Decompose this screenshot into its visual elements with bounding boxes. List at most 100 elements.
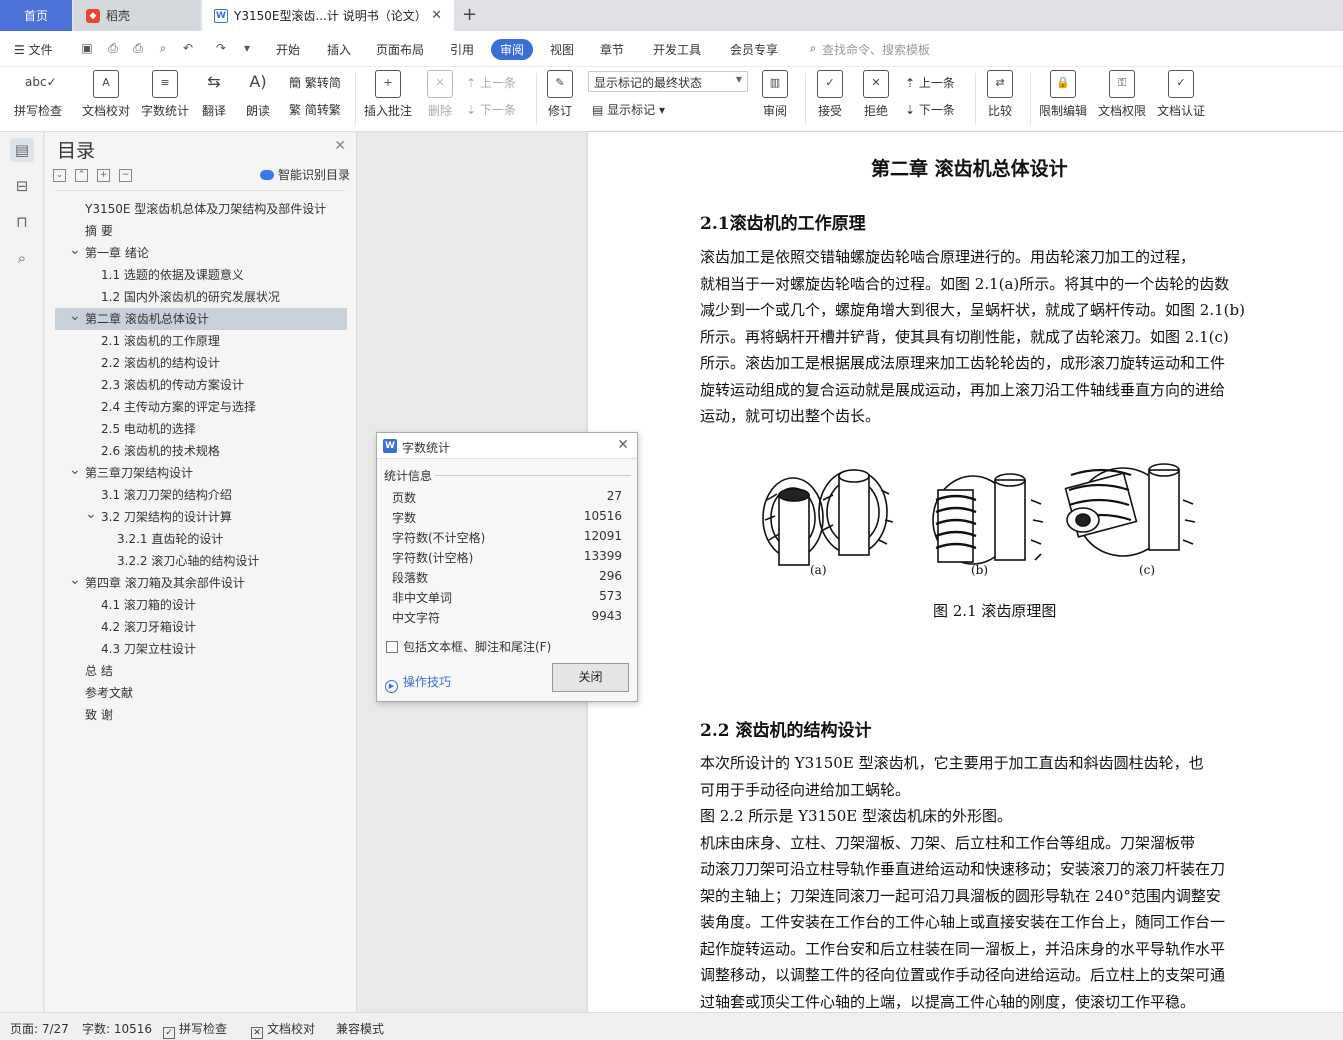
close-icon[interactable]: ✕ xyxy=(617,437,629,453)
trad-to-simp-button[interactable]: 簡 繁转简 xyxy=(289,74,341,91)
command-search-input[interactable]: 查找命令、搜索模板 xyxy=(822,41,930,58)
toc-item[interactable]: 2.1 滚齿机的工作原理 xyxy=(55,330,345,352)
toc-item[interactable]: Y3150E 型滚齿机总体及刀架结构及部件设计 xyxy=(55,198,345,220)
spellcheck-button[interactable]: abc✓ 拼写检查 xyxy=(8,70,68,119)
next-change-button[interactable]: ⇣ 下一条 xyxy=(905,101,955,118)
menu-page-layout[interactable]: 页面布局 xyxy=(376,41,424,58)
undo-icon[interactable]: ↶ xyxy=(181,41,195,55)
spellcheck-toggle[interactable]: ✓ 拼写检查 xyxy=(163,1020,227,1039)
redo-icon[interactable]: ↷ xyxy=(214,41,228,55)
chevron-down-icon[interactable]: ⌄ xyxy=(69,305,81,327)
proofread-button[interactable]: A 文档校对 xyxy=(76,70,136,119)
chevron-down-icon[interactable]: ⌄ xyxy=(69,239,81,261)
menu-start[interactable]: 开始 xyxy=(276,41,300,58)
delete-comment-button[interactable]: ✕ 删除 xyxy=(410,70,470,119)
menu-view[interactable]: 视图 xyxy=(550,41,574,58)
toc-item[interactable]: 摘 要 xyxy=(55,220,345,242)
collapse-up-icon[interactable]: ⌃ xyxy=(75,169,88,182)
reject-button[interactable]: ✕ 拒绝 xyxy=(846,70,906,119)
menu-developer[interactable]: 开发工具 xyxy=(653,41,701,58)
toc-item[interactable]: 4.3 刀架立柱设计 xyxy=(55,638,345,660)
document-page[interactable]: 第二章 滚齿机总体设计 2.1滚齿机的工作原理 滚齿加工是依照交错轴螺旋齿轮啮合… xyxy=(588,132,1343,1012)
toc-item[interactable]: 2.3 滚齿机的传动方案设计 xyxy=(55,374,345,396)
menu-references[interactable]: 引用 xyxy=(450,41,474,58)
toc-panel-icon[interactable]: ▤ xyxy=(10,138,34,162)
markup-mode-select[interactable]: 显示标记的最终状态 ▼ xyxy=(588,71,748,92)
close-tab-icon[interactable]: ✕ xyxy=(431,8,442,23)
toc-item[interactable]: 总 结 xyxy=(55,660,345,682)
insert-comment-button[interactable]: + 插入批注 xyxy=(358,70,418,119)
show-markup-icon: ▤ xyxy=(592,103,604,117)
collapse-all-icon[interactable]: − xyxy=(119,169,132,182)
menu-chapter[interactable]: 章节 xyxy=(600,41,624,58)
export-pdf-icon[interactable]: ⎙ xyxy=(106,41,120,55)
expand-down-icon[interactable]: ⌄ xyxy=(53,169,66,182)
print-icon[interactable]: ⎙ xyxy=(131,41,145,55)
save-icon[interactable]: ▣ xyxy=(80,41,94,55)
toc-item[interactable]: 1.2 国内外滚齿机的研究发展状况 xyxy=(55,286,345,308)
tab-home[interactable]: 首页 xyxy=(0,0,72,31)
toc-item[interactable]: 4.1 滚刀箱的设计 xyxy=(55,594,345,616)
toc-item[interactable]: 3.2.2 滚刀心轴的结构设计 xyxy=(55,550,345,572)
text-line: 图 2.2 所示是 Y3150E 型滚齿机床的外形图。 xyxy=(700,807,1012,825)
expand-all-icon[interactable]: + xyxy=(97,169,110,182)
simp-to-trad-button[interactable]: 繁 简转繁 xyxy=(289,101,341,118)
restrict-edit-button[interactable]: 🔒 限制编辑 xyxy=(1033,70,1093,119)
page-indicator[interactable]: 页面: 7/27 xyxy=(10,1020,69,1037)
tab-document[interactable]: W Y3150E型滚齿...计 说明书（论文） ✕ xyxy=(202,0,454,31)
smart-toc-button[interactable]: 智能识别目录 xyxy=(259,166,350,183)
navigation-icon[interactable]: ⊟ xyxy=(10,174,34,198)
toc-item[interactable]: 参考文献 xyxy=(55,682,345,704)
chevron-down-icon[interactable]: ⌄ xyxy=(85,503,97,525)
dialog-title-bar[interactable]: W 字数统计 ✕ xyxy=(377,433,637,459)
toc-item[interactable]: 4.2 滚刀牙箱设计 xyxy=(55,616,345,638)
word-count-indicator[interactable]: 字数: 10516 xyxy=(82,1020,152,1037)
toc-item[interactable]: 3.1 滚刀刀架的结构介绍 xyxy=(55,484,345,506)
toc-item[interactable]: 致 谢 xyxy=(55,704,345,726)
tab-daoke[interactable]: ◆ 稻壳 xyxy=(74,0,200,31)
prev-comment-button[interactable]: ⇡ 上一条 xyxy=(466,74,516,91)
review-pane-button[interactable]: ▥ 审阅 xyxy=(745,70,805,119)
proofread-status-icon: ✕ xyxy=(251,1027,263,1039)
show-markup-button[interactable]: ▤ 显示标记 ▾ xyxy=(592,101,665,118)
track-changes-button[interactable]: ✎ 修订 xyxy=(530,70,590,119)
next-change-label: 下一条 xyxy=(918,103,955,117)
include-notes-checkbox[interactable]: 包括文本框、脚注和尾注(F) xyxy=(386,638,551,655)
text-line: 装角度。工件安装在工作台的工件心轴上或直接安装在工作台上，随同工作台一 xyxy=(700,913,1226,931)
tips-link[interactable]: ▶ 操作技巧 xyxy=(385,673,451,693)
next-comment-button[interactable]: ⇣ 下一条 xyxy=(466,101,516,118)
prev-change-button[interactable]: ⇡ 上一条 xyxy=(905,74,955,91)
toc-item[interactable]: ⌄ 第一章 绪论 xyxy=(55,242,345,264)
toc-item[interactable]: 1.1 选题的依据及课题意义 xyxy=(55,264,345,286)
section-2-2-title: 2.2 滚齿机的结构设计 xyxy=(700,721,872,741)
close-icon[interactable]: ✕ xyxy=(334,138,346,154)
next-comment-icon: ⇣ xyxy=(466,103,477,117)
toc-item[interactable]: ⌄ 第二章 滚齿机总体设计 xyxy=(55,308,347,330)
compare-button[interactable]: ⇄ 比较 xyxy=(970,70,1030,119)
menu-insert[interactable]: 插入 xyxy=(327,41,351,58)
menu-member[interactable]: 会员专享 xyxy=(730,41,778,58)
read-aloud-button[interactable]: A) 朗读 xyxy=(228,70,288,119)
toc-item[interactable]: ⌄ 第三章刀架结构设计 xyxy=(55,462,345,484)
chevron-down-icon[interactable]: ⌄ xyxy=(69,459,81,481)
proofread-toggle[interactable]: ✕ 文档校对 xyxy=(251,1020,315,1039)
menu-review[interactable]: 审阅 xyxy=(491,39,534,60)
section-2-1-body: 滚齿加工是依照交错轴螺旋齿轮啮合原理进行的。用齿轮滚刀加工的过程， 就相当于一对… xyxy=(700,244,1245,430)
toc-item[interactable]: 2.5 电动机的选择 xyxy=(55,418,345,440)
toc-item[interactable]: 2.4 主传动方案的评定与选择 xyxy=(55,396,345,418)
new-tab-icon[interactable]: + xyxy=(462,4,477,25)
chevron-down-icon[interactable]: ⌄ xyxy=(69,569,81,591)
file-menu[interactable]: ☰ 文件 xyxy=(14,41,53,58)
close-button[interactable]: 关闭 xyxy=(552,663,629,692)
more-icon[interactable]: ▾ xyxy=(240,41,254,55)
toc-item[interactable]: ⌄ 第四章 滚刀箱及其余部件设计 xyxy=(55,572,345,594)
toc-item[interactable]: ⌄ 3.2 刀架结构的设计计算 xyxy=(55,506,345,528)
bookmark-icon[interactable]: ⊓ xyxy=(10,210,34,234)
doc-permission-button[interactable]: ⚿ 文档权限 xyxy=(1092,70,1152,119)
print-preview-icon[interactable]: ⌕ xyxy=(156,41,170,55)
search-icon[interactable]: ⌕ xyxy=(10,246,34,270)
toc-item[interactable]: 2.6 滚齿机的技术规格 xyxy=(55,440,345,462)
toc-item[interactable]: 3.2.1 直齿轮的设计 xyxy=(55,528,345,550)
toc-item[interactable]: 2.2 滚齿机的结构设计 xyxy=(55,352,345,374)
doc-certify-button[interactable]: ✓ 文档认证 xyxy=(1151,70,1211,119)
